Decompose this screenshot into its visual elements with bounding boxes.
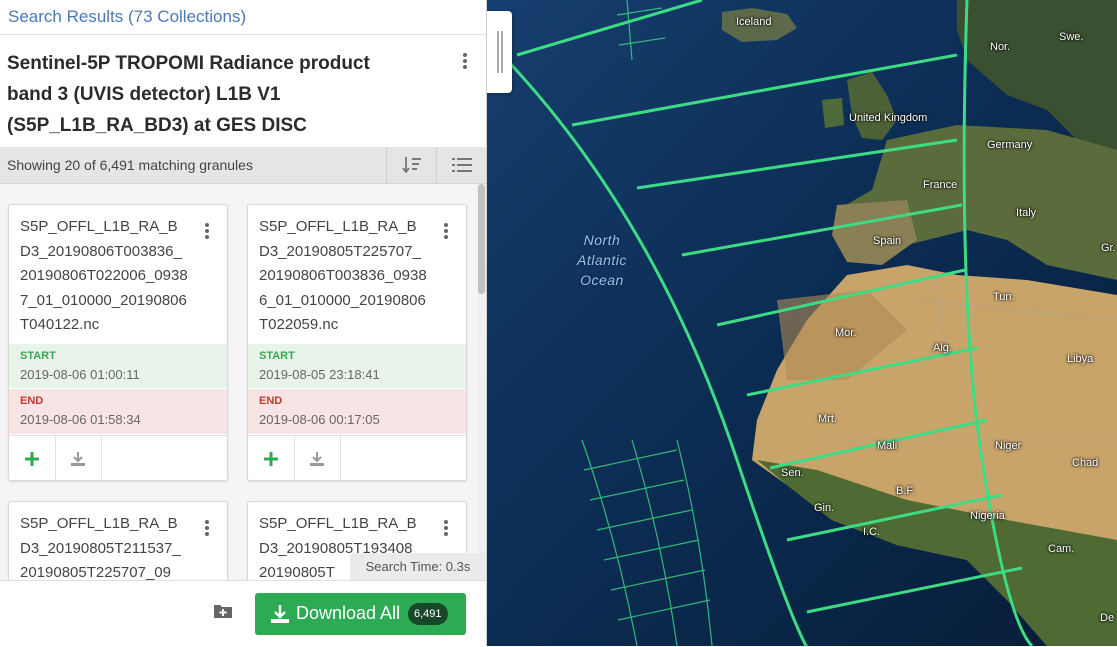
granule-card[interactable]: S5P_OFFL_L1B_RA_BD3_20190806T003836_2019… [8,204,228,481]
map-label: Italy [1016,207,1037,219]
collection-header: Sentinel-5P TROPOMI Radiance product ban… [0,35,486,147]
granule-toolbar: Showing 20 of 6,491 matching granules [0,147,486,184]
download-count-badge: 6,491 [408,603,448,625]
end-label: END [259,395,283,407]
map-label: Sen. [781,467,804,479]
download-icon [71,451,85,466]
map-label: Swe. [1059,31,1084,43]
granule-list-scrollbar[interactable] [477,184,486,580]
granule-card[interactable]: S5P_OFFL_L1B_RA_BD3_20190805T211537_2019… [8,501,228,580]
granule-name: S5P_OFFL_L1B_RA_BD3_20190805T211537_2019… [20,515,181,580]
map-label: France [923,179,958,191]
download-granule-button[interactable] [294,436,341,480]
granule-card[interactable]: S5P_OFFL_L1B_RA_BD3_20190805T225707_2019… [247,204,467,481]
map-label: Gin. [814,502,835,514]
map-label: Gr. [1101,242,1116,254]
start-label: START [259,350,295,362]
start-label: START [20,350,56,362]
list-icon [451,158,472,172]
add-granule-button[interactable] [9,436,56,480]
plus-icon [25,451,39,466]
granule-start: START 2019-08-05 23:18:41 [248,344,466,388]
download-all-button[interactable]: Download All 6,491 [255,593,466,635]
search-results-header: Search Results (73 Collections) [0,0,486,35]
folder-plus-icon [214,605,232,618]
map-label: Germany [987,139,1033,151]
end-time: 2019-08-06 00:17:05 [259,412,380,427]
map-label: Cam. [1048,543,1075,555]
download-icon [310,451,324,466]
granule-end: END 2019-08-06 01:58:34 [9,389,227,434]
granule-count: Showing 20 of 6,491 matching granules [7,157,253,173]
map-label: De [1100,612,1115,624]
map-label: Iceland [736,16,772,28]
granule-actions [9,435,227,480]
plus-icon [264,451,278,466]
granule-name: S5P_OFFL_L1B_RA_BD3_20190805T225707_2019… [259,218,427,333]
map-label: I.C. [863,526,881,538]
sort-icon [401,157,421,174]
map-label: B.F. [896,485,915,497]
ocean-label-line2: Atlantic [577,252,627,268]
map-label: Tun. [993,291,1015,303]
map-label: Spain [873,235,902,247]
download-all-label: Download All [296,603,401,623]
panel-resize-handle[interactable] [487,11,512,93]
add-granule-button[interactable] [248,436,295,480]
search-time: Search Time: 0.3s [350,553,486,580]
map-label: Nigeria [970,510,1005,522]
end-label: END [20,395,44,407]
map-label: Chad [1072,457,1099,469]
collection-more-icon[interactable] [462,53,468,71]
collection-title: Sentinel-5P TROPOMI Radiance product ban… [7,53,370,136]
map-label: United Kingdom [849,112,928,124]
granule-actions [248,435,466,480]
search-results-panel: Search Results (73 Collections) Sentinel… [0,0,487,647]
granule-more-icon[interactable] [204,520,210,538]
map-label: Mrt. [818,413,837,425]
granule-more-icon[interactable] [204,223,210,241]
map-label: Niger [995,440,1022,452]
search-results-link[interactable]: Search Results (73 Collections) [8,7,246,27]
ocean-label-line3: Ocean [580,272,624,288]
map-label: Mali [877,440,898,452]
ocean-label: North Atlantic Ocean [577,230,627,290]
sort-button[interactable] [386,147,436,183]
map-label: Nor. [990,41,1011,53]
start-time: 2019-08-05 23:18:41 [259,367,380,382]
panel-footer: Download All 6,491 [0,580,486,647]
download-icon [271,605,289,623]
ocean-label-line1: North [583,232,621,248]
granule-more-icon[interactable] [443,223,449,241]
download-granule-button[interactable] [55,436,102,480]
start-time: 2019-08-06 01:00:11 [20,367,140,382]
map-canvas [487,0,1117,646]
map-label: Mor. [835,327,857,339]
list-view-button[interactable] [436,147,486,183]
end-time: 2019-08-06 01:58:34 [20,412,141,427]
map[interactable]: North Atlantic Ocean Iceland Nor. Swe. U… [487,0,1117,646]
add-to-project-button[interactable] [213,603,235,623]
granule-name: S5P_OFFL_L1B_RA_BD3_20190806T003836_2019… [20,218,188,333]
granule-end: END 2019-08-06 00:17:05 [248,389,466,434]
scrollbar-thumb[interactable] [478,184,485,294]
map-label: Alg. [933,342,952,354]
map-label: Libya [1067,353,1094,365]
granule-list: S5P_OFFL_L1B_RA_BD3_20190806T003836_2019… [0,184,486,580]
granule-start: START 2019-08-06 01:00:11 [9,344,227,388]
granule-more-icon[interactable] [443,520,449,538]
